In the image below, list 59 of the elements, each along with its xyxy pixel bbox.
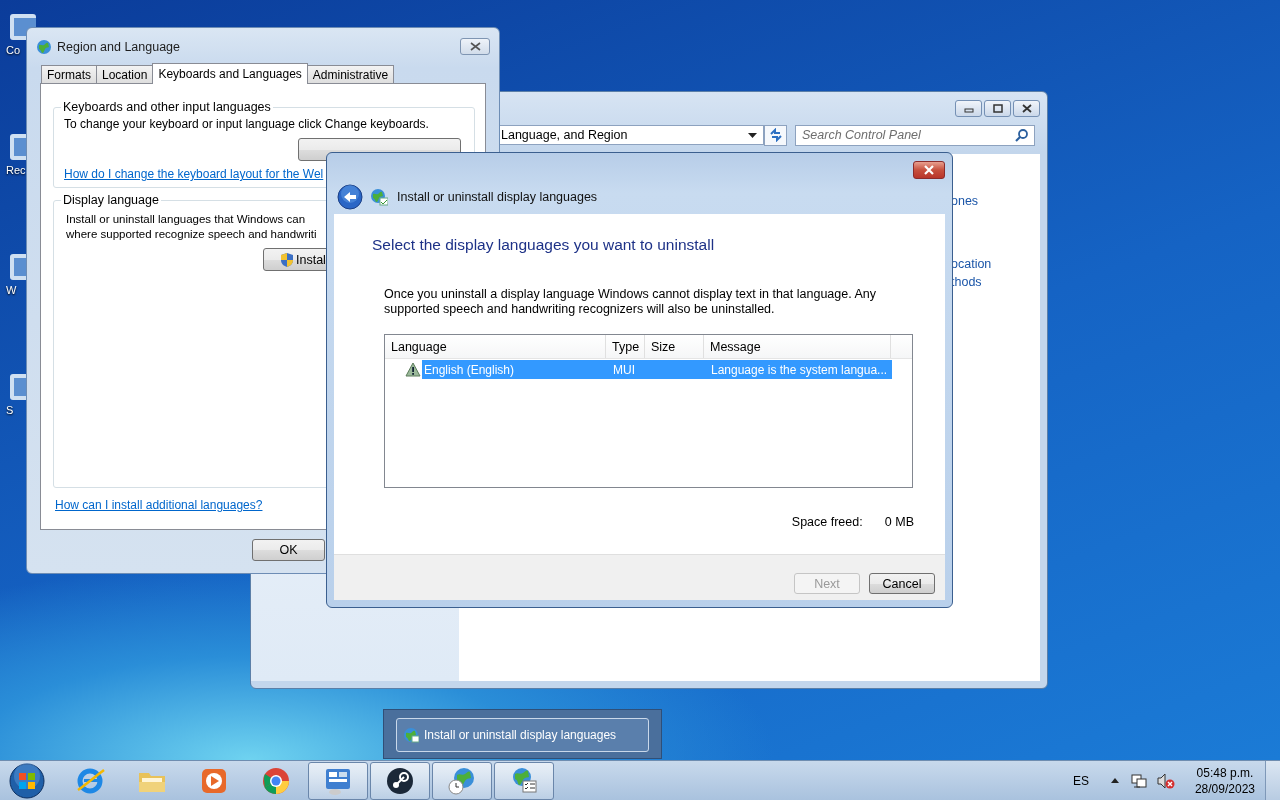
network-icon [1130,772,1147,789]
back-button[interactable] [337,184,363,210]
table-cell-text: Language is the system langua... [710,362,889,377]
column-header[interactable]: Type [606,335,645,358]
desktop-icon-label: W [6,284,17,296]
minimize-button[interactable] [955,100,982,117]
tab[interactable]: Formats [41,65,97,83]
dropdown-arrow-icon [748,132,757,138]
close-button[interactable] [913,161,945,179]
table-cell-text: English (English) [423,362,516,377]
close-button[interactable] [1013,100,1040,117]
ok-button[interactable]: OK [252,539,325,561]
group-text: Install or uninstall languages that Windows can where supported recognize speech and handwriti [65,212,318,242]
description-text: Once you uninstall a display language Windows cannot display text in that language. Any supported speech and handwriting recognizers will also be uninstalled. [384,287,877,317]
maximize-icon [990,103,1005,114]
link[interactable]: ocation [951,257,992,271]
address-text: Language, and Region [501,128,629,142]
space-freed-label: Space freed: [791,515,864,529]
tab[interactable]: Location [96,65,154,83]
preview-item[interactable]: Install or uninstall display languages [396,718,649,752]
shield-icon [280,251,294,268]
window-title: Region and Language [57,39,182,54]
taskbar-button[interactable] [370,761,430,800]
close-icon [469,42,481,51]
address-bar[interactable]: Language, and Region [499,125,764,145]
language-indicator[interactable]: ES [1072,773,1089,788]
show-desktop-button[interactable] [1265,760,1280,800]
speaker-muted-icon [1156,772,1175,789]
refresh-button[interactable] [764,124,787,146]
dialog-button[interactable]: Cancel [869,573,935,594]
group-text: To change your keyboard or input language click Change keyboards. [64,117,430,131]
clock-date: 28/09/2023 [1194,780,1255,797]
clock-time: 05:48 p.m. [1196,764,1254,781]
column-header[interactable]: Language [385,335,606,358]
group-title: Keyboards and other input languages [62,100,272,114]
close-icon [923,165,935,175]
column-header[interactable]: Size [645,335,704,358]
browser-icon [261,765,291,796]
space-freed-value: 0 MB [884,515,914,529]
desktop-icon-label: Rec [6,164,26,176]
refresh-icon [768,128,783,142]
caret-up-icon [1110,778,1119,783]
tab[interactable]: Administrative [306,65,395,83]
windows-logo-icon [9,762,45,799]
globe-clock-icon [447,765,477,796]
tab[interactable]: Keyboards and Languages [152,63,308,84]
column-header[interactable]: Message [704,335,891,358]
table-cell-text: MUI [612,362,636,377]
page-heading: Select the display languages you want to uninstall [372,236,716,254]
search-icon [1015,128,1028,142]
desktop-icon-label: Co [6,44,21,56]
close-button[interactable] [460,38,490,55]
maximize-button[interactable] [984,100,1011,117]
search-field[interactable]: Search Control Panel [795,124,1035,146]
clock[interactable]: 05:48 p.m. 28/09/2023 [1194,764,1255,797]
steam-icon [385,765,415,796]
group-title: Display language [62,193,160,207]
desktop-icon-label: S [6,404,14,416]
window-title: Install or uninstall display languages [397,190,598,204]
